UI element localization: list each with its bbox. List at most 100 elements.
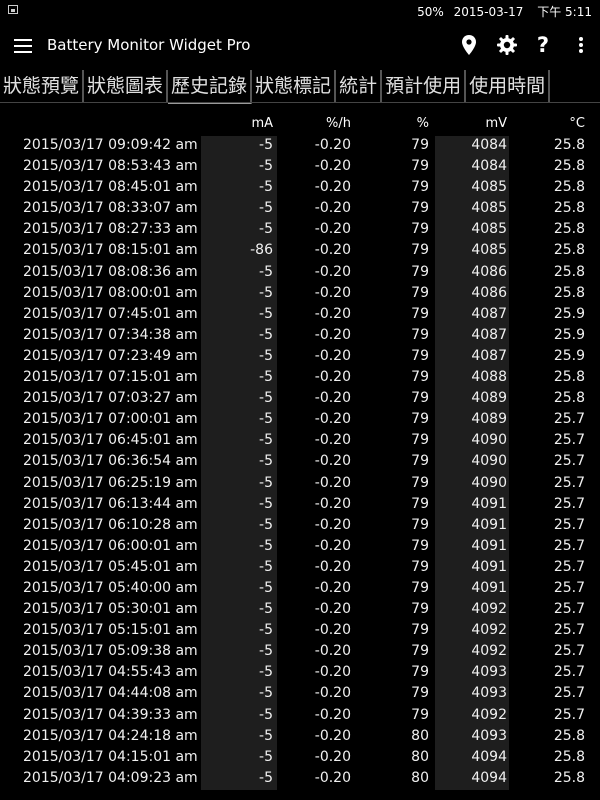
cell-mv: 4086 <box>471 263 507 280</box>
cell-datetime: 2015/03/17 04:15:01 am <box>23 748 198 765</box>
cell-pct-per-hour: -0.20 <box>314 769 351 786</box>
cell-ma: -5 <box>259 748 273 765</box>
cell-mv: 4087 <box>471 347 507 364</box>
cell-datetime: 2015/03/17 08:45:01 am <box>23 179 198 196</box>
location-pin-icon[interactable] <box>457 32 481 58</box>
cell-pct-per-hour: -0.20 <box>314 558 351 575</box>
cell-ma: -5 <box>259 579 273 596</box>
cell-ma: -5 <box>259 769 273 786</box>
table-row: 2015/03/17 06:45:01 am -5 -0.20 79 4090 25.7 <box>0 431 600 453</box>
table-row: 2015/03/17 04:39:33 am -5 -0.20 79 4092 25.7 <box>0 705 600 727</box>
tab-status-overview[interactable]: 狀態預覽 <box>0 70 85 102</box>
cell-ma: -5 <box>259 326 273 343</box>
cell-datetime: 2015/03/17 06:36:54 am <box>23 453 198 470</box>
gear-icon[interactable] <box>495 32 519 58</box>
cell-pct-per-hour: -0.20 <box>314 326 351 343</box>
cell-datetime: 2015/03/17 04:24:18 am <box>23 727 198 744</box>
cell-percent: 79 <box>411 242 429 259</box>
cell-pct-per-hour: -0.20 <box>314 643 351 660</box>
tab-status-chart[interactable]: 狀態圖表 <box>84 70 169 102</box>
cell-temperature: 25.8 <box>553 137 585 153</box>
cell-percent: 79 <box>411 516 429 533</box>
cell-percent: 79 <box>411 579 429 596</box>
cell-datetime: 2015/03/17 05:45:01 am <box>23 558 198 575</box>
cell-mv: 4094 <box>471 769 507 786</box>
cell-percent: 79 <box>411 158 429 175</box>
table-rows[interactable]: 2015/03/17 09:09:42 am -5 -0.20 79 4084 25.8 2… <box>0 136 600 790</box>
menu-icon[interactable] <box>14 39 32 53</box>
overflow-menu-icon[interactable] <box>569 32 593 58</box>
cell-pct-per-hour: -0.20 <box>314 432 351 449</box>
cell-pct-per-hour: -0.20 <box>314 158 351 175</box>
tab-statistics[interactable]: 統計 <box>336 70 383 102</box>
cell-ma: -86 <box>250 242 273 259</box>
cell-ma: -5 <box>259 158 273 175</box>
cell-mv: 4085 <box>471 179 507 196</box>
cell-ma: -5 <box>259 706 273 723</box>
cell-temperature: 25.7 <box>553 495 585 512</box>
cell-percent: 79 <box>411 453 429 470</box>
cell-ma: -5 <box>259 643 273 660</box>
table-row: 2015/03/17 07:34:38 am -5 -0.20 79 4087 25.9 <box>0 325 600 347</box>
cell-percent: 80 <box>411 748 429 765</box>
status-info: 50% 2015-03-17 下午 5:11 <box>411 3 592 20</box>
status-date: 2015-03-17 <box>453 5 524 19</box>
table-row: 2015/03/17 07:15:01 am -5 -0.20 79 4088 25.8 <box>0 368 600 390</box>
cell-pct-per-hour: -0.20 <box>314 242 351 259</box>
tab-status-markers[interactable]: 狀態標記 <box>252 70 337 102</box>
app-title: Battery Monitor Widget Pro <box>47 36 251 54</box>
cell-mv: 4089 <box>471 411 507 428</box>
battery-level: 50% <box>417 5 444 19</box>
cell-percent: 79 <box>411 643 429 660</box>
cell-datetime: 2015/03/17 06:00:01 am <box>23 537 198 554</box>
app-bar: Battery Monitor Widget Pro ? <box>0 22 600 70</box>
table-row: 2015/03/17 08:27:33 am -5 -0.20 79 4085 25.8 <box>0 220 600 242</box>
cell-pct-per-hour: -0.20 <box>314 601 351 618</box>
cell-temperature: 25.7 <box>553 432 585 449</box>
cell-pct-per-hour: -0.20 <box>314 179 351 196</box>
cell-datetime: 2015/03/17 07:23:49 am <box>23 347 198 364</box>
status-bar: 50% 2015-03-17 下午 5:11 <box>0 0 600 22</box>
cell-pct-per-hour: -0.20 <box>314 369 351 386</box>
cell-pct-per-hour: -0.20 <box>314 221 351 238</box>
cell-mv: 4093 <box>471 664 507 681</box>
cell-percent: 79 <box>411 495 429 512</box>
table-row: 2015/03/17 09:09:42 am -5 -0.20 79 4084 25.8 <box>0 136 600 158</box>
cell-ma: -5 <box>259 263 273 280</box>
tab-estimated-usage[interactable]: 預計使用 <box>382 70 467 102</box>
cell-pct-per-hour: -0.20 <box>314 537 351 554</box>
cell-temperature: 25.8 <box>553 769 585 786</box>
cell-datetime: 2015/03/17 07:45:01 am <box>23 305 198 322</box>
cell-ma: -5 <box>259 601 273 618</box>
cell-ma: -5 <box>259 685 273 702</box>
cell-datetime: 2015/03/17 08:15:01 am <box>23 242 198 259</box>
cell-pct-per-hour: -0.20 <box>314 685 351 702</box>
cell-pct-per-hour: -0.20 <box>314 664 351 681</box>
cell-mv: 4091 <box>471 558 507 575</box>
cell-temperature: 25.7 <box>553 411 585 428</box>
cell-ma: -5 <box>259 305 273 322</box>
cell-ma: -5 <box>259 558 273 575</box>
help-icon[interactable]: ? <box>531 32 555 58</box>
cell-percent: 80 <box>411 769 429 786</box>
tab-usage-time[interactable]: 使用時間 <box>466 70 551 102</box>
cell-datetime: 2015/03/17 07:00:01 am <box>23 411 198 428</box>
cell-percent: 79 <box>411 305 429 322</box>
status-time: 下午 5:11 <box>537 5 592 19</box>
table-row: 2015/03/17 05:45:01 am -5 -0.20 79 4091 25.7 <box>0 557 600 579</box>
image-notification-icon <box>8 5 18 14</box>
header-ma: mA <box>251 116 273 131</box>
cell-ma: -5 <box>259 284 273 301</box>
cell-temperature: 25.7 <box>553 558 585 575</box>
cell-temperature: 25.7 <box>553 601 585 618</box>
cell-ma: -5 <box>259 179 273 196</box>
cell-mv: 4087 <box>471 326 507 343</box>
table-row: 2015/03/17 08:00:01 am -5 -0.20 79 4086 25.8 <box>0 283 600 305</box>
cell-percent: 79 <box>411 369 429 386</box>
cell-mv: 4088 <box>471 369 507 386</box>
table-row: 2015/03/17 06:10:28 am -5 -0.20 79 4091 25.7 <box>0 515 600 537</box>
tab-history[interactable]: 歷史記錄 <box>168 70 253 104</box>
cell-temperature: 25.7 <box>553 516 585 533</box>
cell-datetime: 2015/03/17 05:40:00 am <box>23 579 198 596</box>
cell-datetime: 2015/03/17 05:30:01 am <box>23 601 198 618</box>
